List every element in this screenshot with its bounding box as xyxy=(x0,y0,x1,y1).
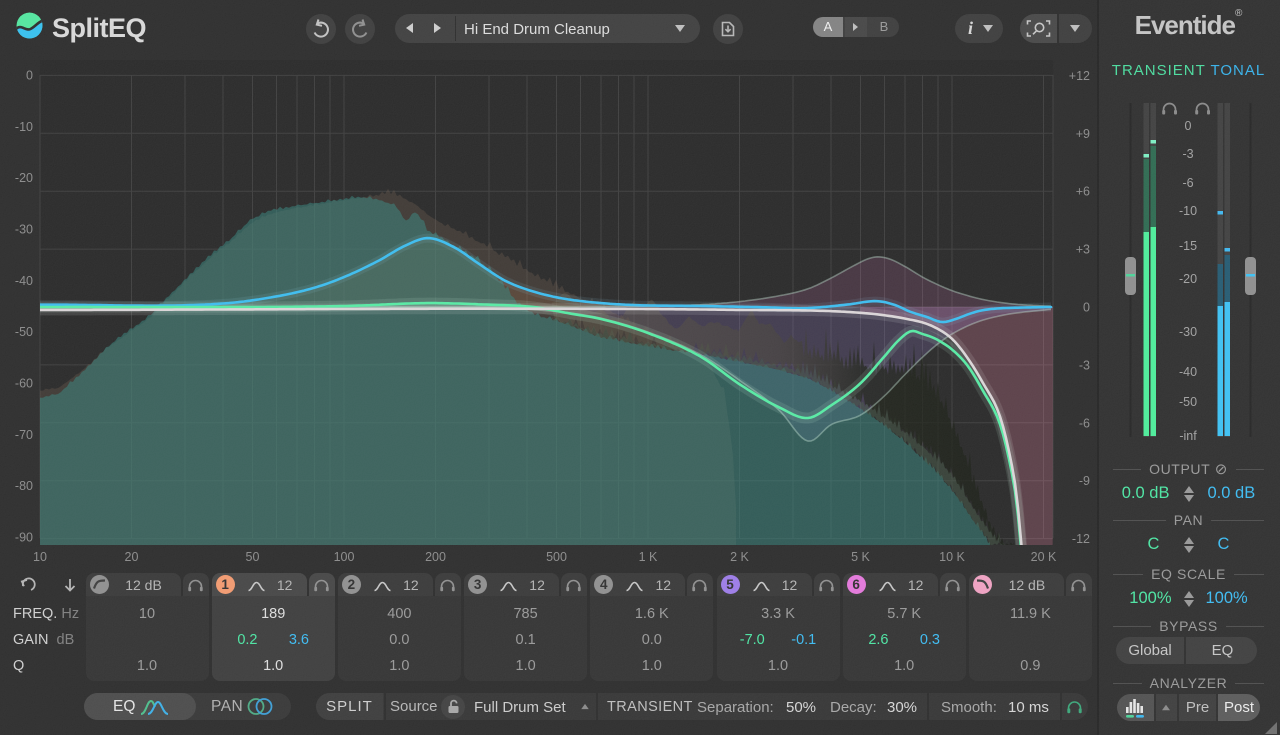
svg-text:-50: -50 xyxy=(1179,395,1197,409)
svg-text:-6: -6 xyxy=(1182,176,1193,190)
svg-text:2 K: 2 K xyxy=(730,550,749,564)
svg-text:-40: -40 xyxy=(15,274,33,288)
svg-text:-20: -20 xyxy=(1179,272,1197,286)
svg-text:500: 500 xyxy=(546,550,567,564)
svg-text:-10: -10 xyxy=(1179,204,1197,218)
svg-text:5 K: 5 K xyxy=(851,550,870,564)
svg-text:10 K: 10 K xyxy=(939,550,965,564)
svg-text:-30: -30 xyxy=(1179,325,1197,339)
svg-text:-40: -40 xyxy=(1179,365,1197,379)
svg-text:-12: -12 xyxy=(1072,532,1090,546)
svg-text:10: 10 xyxy=(33,550,47,564)
svg-text:50: 50 xyxy=(246,550,260,564)
svg-text:20: 20 xyxy=(125,550,139,564)
svg-text:-70: -70 xyxy=(15,428,33,442)
svg-text:-3: -3 xyxy=(1182,147,1193,161)
svg-text:-inf: -inf xyxy=(1179,429,1197,443)
svg-text:-90: -90 xyxy=(15,531,33,545)
svg-text:-20: -20 xyxy=(15,171,33,185)
svg-text:100: 100 xyxy=(334,550,355,564)
svg-text:-50: -50 xyxy=(15,325,33,339)
svg-text:+9: +9 xyxy=(1076,127,1090,141)
svg-text:0: 0 xyxy=(26,69,33,83)
svg-text:-80: -80 xyxy=(15,479,33,493)
svg-text:-9: -9 xyxy=(1079,474,1090,488)
svg-text:-15: -15 xyxy=(1179,239,1197,253)
svg-text:200: 200 xyxy=(425,550,446,564)
svg-text:-60: -60 xyxy=(15,377,33,391)
svg-text:0: 0 xyxy=(1185,119,1192,133)
svg-text:-3: -3 xyxy=(1079,358,1090,372)
svg-text:-30: -30 xyxy=(15,223,33,237)
svg-text:-6: -6 xyxy=(1079,416,1090,430)
svg-text:20 K: 20 K xyxy=(1031,550,1057,564)
svg-text:+3: +3 xyxy=(1076,243,1090,257)
svg-text:+6: +6 xyxy=(1076,185,1090,199)
svg-text:+12: +12 xyxy=(1069,69,1090,83)
svg-text:1 K: 1 K xyxy=(639,550,658,564)
svg-text:0: 0 xyxy=(1083,301,1090,315)
svg-text:-10: -10 xyxy=(15,120,33,134)
